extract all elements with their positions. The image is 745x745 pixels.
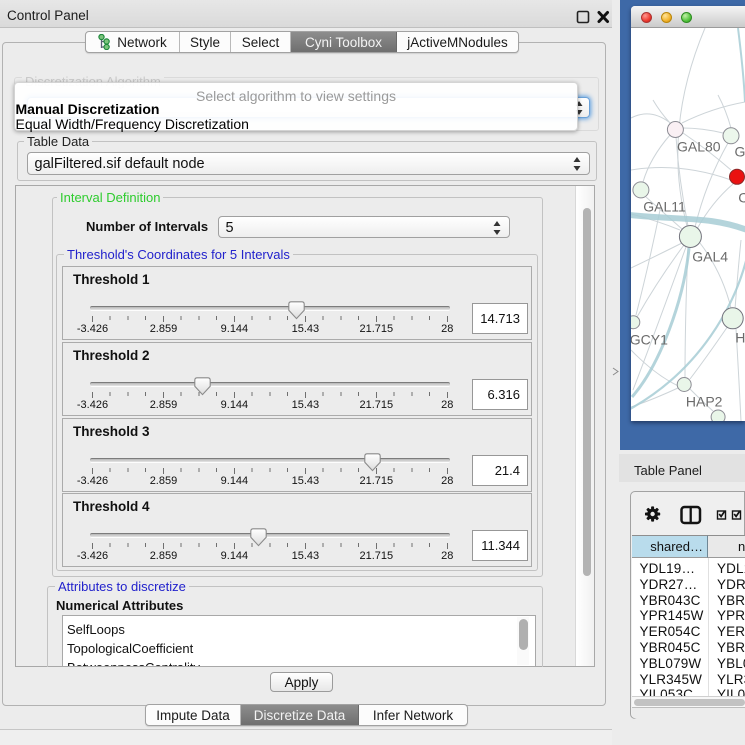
svg-text:GAL4: GAL4 [692,249,728,265]
svg-text:GAL11: GAL11 [643,199,686,215]
svg-text:HI: HI [735,330,745,346]
svg-text:GA: GA [735,144,745,160]
svg-text:HAP2: HAP2 [686,394,723,410]
svg-text:GCY1: GCY1 [631,332,668,348]
svg-text:GAL80: GAL80 [677,139,721,155]
svg-text:CD: CD [738,190,745,206]
